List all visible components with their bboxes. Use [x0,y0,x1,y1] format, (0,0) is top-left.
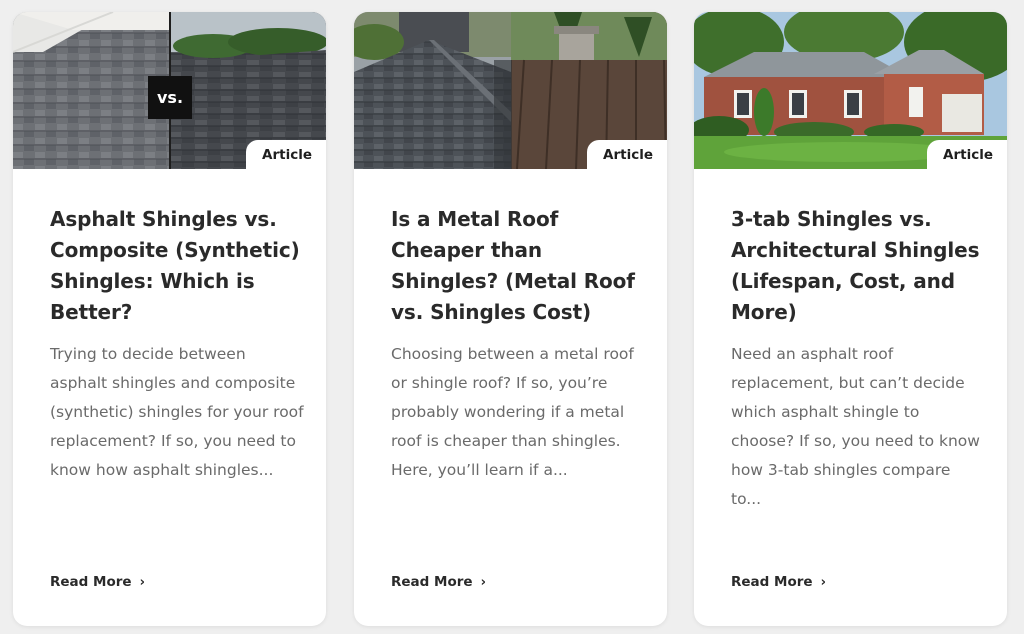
article-badge: Article [587,140,667,169]
card-body: Asphalt Shingles vs. Composite (Syntheti… [50,204,304,485]
article-excerpt: Choosing between a metal roof or shingle… [391,345,634,479]
card-body: 3-tab Shingles vs. Architectural Shingle… [731,204,985,514]
vs-label: vs. [148,76,192,119]
chevron-right-icon: › [139,574,145,590]
article-excerpt: Need an asphalt roof replacement, but ca… [731,345,980,508]
article-thumbnail[interactable]: Article [354,12,667,169]
article-badge: Article [246,140,326,169]
article-excerpt: Trying to decide between asphalt shingle… [50,345,304,479]
read-more-label: Read More [731,574,813,590]
read-more-label: Read More [50,574,132,590]
article-title[interactable]: 3-tab Shingles vs. Architectural Shingle… [731,204,985,328]
read-more-link[interactable]: Read More › [50,574,145,590]
article-thumbnail[interactable]: vs. Article [13,12,326,169]
article-grid: vs. Article Asphalt Shingles vs. Composi… [0,0,1024,634]
card-body: Is a Metal Roof Cheaper than Shingles? (… [391,204,645,485]
article-card[interactable]: Article 3-tab Shingles vs. Architectural… [694,12,1007,626]
article-title[interactable]: Asphalt Shingles vs. Composite (Syntheti… [50,204,304,328]
read-more-label: Read More [391,574,473,590]
read-more-link[interactable]: Read More › [731,574,826,590]
article-title[interactable]: Is a Metal Roof Cheaper than Shingles? (… [391,204,645,328]
chevron-right-icon: › [820,574,826,590]
article-thumbnail[interactable]: Article [694,12,1007,169]
chevron-right-icon: › [480,574,486,590]
read-more-link[interactable]: Read More › [391,574,486,590]
article-card[interactable]: vs. Article Asphalt Shingles vs. Composi… [13,12,326,626]
article-badge: Article [927,140,1007,169]
article-card[interactable]: Article Is a Metal Roof Cheaper than Shi… [354,12,667,626]
